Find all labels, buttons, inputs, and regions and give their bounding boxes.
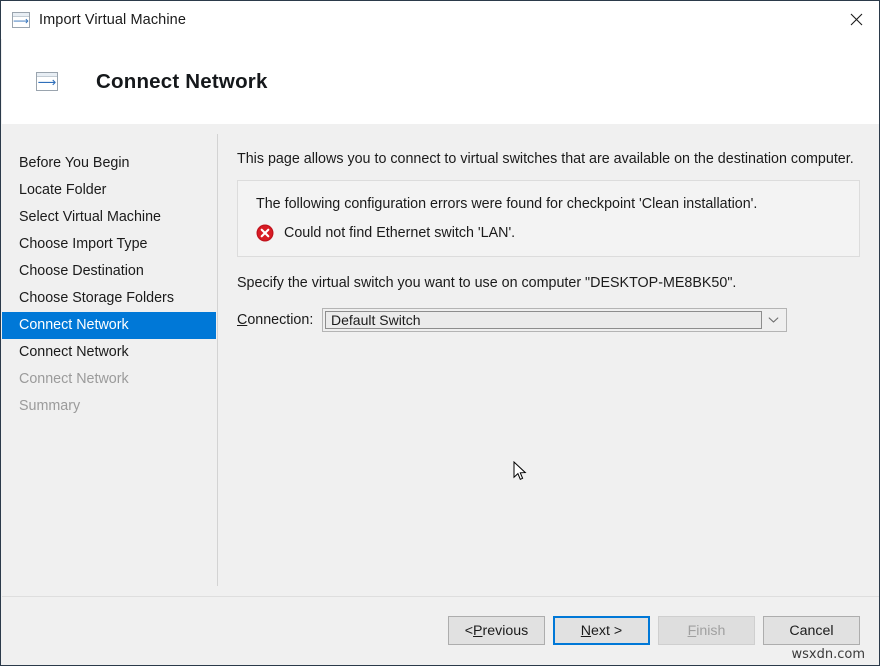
window-title: Import Virtual Machine	[39, 12, 186, 28]
chevron-down-icon	[768, 316, 779, 324]
error-row: Could not find Ethernet switch 'LAN'.	[256, 224, 841, 242]
error-circle-x-icon	[256, 224, 274, 242]
connection-label-suffix: onnection:	[247, 312, 313, 328]
specify-text: Specify the virtual switch you want to u…	[237, 275, 862, 291]
intro-text: This page allows you to connect to virtu…	[237, 150, 862, 168]
connection-label-accesskey: C	[237, 312, 247, 328]
close-icon	[850, 13, 863, 26]
sidebar-item-summary: Summary	[2, 393, 216, 420]
page-content: This page allows you to connect to virtu…	[237, 124, 862, 332]
finish-button-accesskey: F	[688, 623, 697, 639]
sidebar-item-choose-import-type[interactable]: Choose Import Type	[2, 231, 216, 258]
sidebar-item-choose-storage-folders[interactable]: Choose Storage Folders	[2, 285, 216, 312]
wizard-button-row: < Previous Next > Finish Cancel	[440, 616, 860, 645]
sidebar-item-locate-folder[interactable]: Locate Folder	[2, 177, 216, 204]
next-button-accesskey: N	[581, 623, 591, 639]
finish-button: Finish	[658, 616, 755, 645]
wizard-body: Before You Begin Locate Folder Select Vi…	[2, 124, 879, 596]
connection-combobox[interactable]: Default Switch	[322, 308, 787, 332]
wizard-steps-list: Before You Begin Locate Folder Select Vi…	[2, 150, 216, 420]
configuration-errors-panel: The following configuration errors were …	[237, 180, 860, 257]
finish-button-suffix: inish	[696, 623, 725, 639]
previous-button-prefix: <	[465, 623, 473, 639]
sidebar-item-choose-destination[interactable]: Choose Destination	[2, 258, 216, 285]
error-message: Could not find Ethernet switch 'LAN'.	[284, 225, 515, 241]
wizard-header: ⟶ Connect Network	[2, 39, 879, 124]
cancel-button[interactable]: Cancel	[763, 616, 860, 645]
connection-label: Connection:	[237, 312, 322, 328]
sidebar-divider	[217, 134, 218, 586]
close-button[interactable]	[833, 1, 879, 38]
title-bar: ⟶ Import Virtual Machine	[1, 1, 879, 39]
cancel-button-label: Cancel	[789, 623, 833, 639]
window-icon: ⟶	[12, 12, 30, 28]
sidebar-item-select-virtual-machine[interactable]: Select Virtual Machine	[2, 204, 216, 231]
import-virtual-machine-wizard: ⟶ Import Virtual Machine ⟶ Connect Netwo…	[0, 0, 880, 666]
next-button[interactable]: Next >	[553, 616, 650, 645]
connection-combobox-value[interactable]: Default Switch	[325, 311, 762, 329]
page-title: Connect Network	[96, 70, 268, 94]
wizard-footer: < Previous Next > Finish Cancel wsxdn.co…	[2, 597, 879, 665]
error-panel-heading: The following configuration errors were …	[256, 195, 841, 213]
sidebar-item-connect-network-2[interactable]: Connect Network	[2, 339, 216, 366]
next-button-suffix: ext >	[591, 623, 622, 639]
previous-button-accesskey: P	[473, 623, 482, 639]
sidebar-item-connect-network-3: Connect Network	[2, 366, 216, 393]
connection-combobox-arrow[interactable]	[762, 311, 784, 329]
sidebar-item-connect-network-current[interactable]: Connect Network	[2, 312, 216, 339]
wizard-header-icon: ⟶	[36, 72, 58, 91]
previous-button-suffix: revious	[483, 623, 529, 639]
previous-button[interactable]: < Previous	[448, 616, 545, 645]
sidebar-item-before-you-begin[interactable]: Before You Begin	[2, 150, 216, 177]
connection-row: Connection: Default Switch	[237, 308, 862, 332]
watermark: wsxdn.com	[792, 647, 866, 662]
